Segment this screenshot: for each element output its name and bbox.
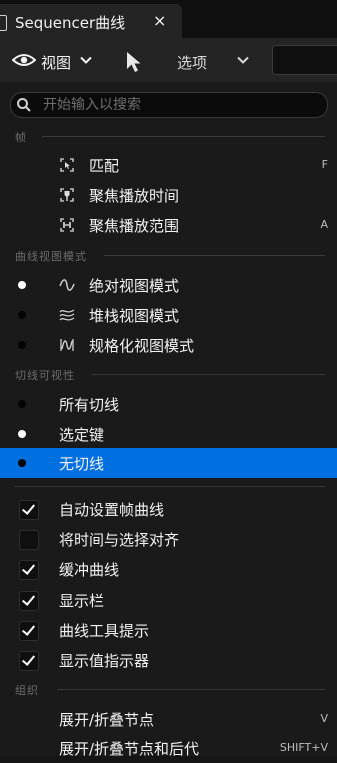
menu-divider (15, 486, 325, 487)
menu-item-focus-playback-range[interactable]: 聚焦播放范围 A (0, 210, 337, 240)
menu-item-label: 绝对视图模式 (89, 277, 180, 295)
menu-item-show-value-indicators[interactable]: 显示值指示器 (0, 645, 337, 675)
menu-item-curve-tooltips[interactable]: 曲线工具提示 (0, 615, 337, 645)
menu-item-fit[interactable]: 匹配 F (0, 150, 337, 180)
section-label: 帧 (15, 131, 27, 144)
options-menu-button[interactable]: 选项 (177, 52, 207, 73)
menu-item-label: 所有切线 (59, 396, 120, 414)
menu-item-label: 将时间与选择对齐 (59, 531, 180, 549)
menu-item-label: 聚焦播放时间 (89, 187, 180, 205)
curve-editor-tab-icon (0, 15, 7, 31)
menu-item-label: 展开/折叠节点 (59, 711, 155, 729)
menu-item-label: 曲线工具提示 (59, 622, 150, 640)
menu-item-selected-keys[interactable]: 选定键 (0, 419, 337, 449)
normalized-view-icon (60, 339, 74, 351)
section-tangent-visibility: 切线可视性 (0, 364, 337, 384)
menu-item-expand-collapse-nodes-descendants[interactable]: 展开/折叠节点和后代 SHIFT+V (0, 733, 337, 763)
chevron-down-icon[interactable] (79, 56, 93, 65)
tab-bar: Sequencer曲线 × (0, 0, 337, 38)
frame-fit-icon (60, 158, 74, 172)
radio-indicator (18, 430, 26, 438)
stacked-view-icon (59, 309, 75, 321)
menu-item-all-tangents[interactable]: 所有切线 (0, 389, 337, 419)
section-label: 组织 (15, 684, 39, 697)
checkbox[interactable] (19, 530, 39, 550)
menu-item-absolute-view-mode[interactable]: 绝对视图模式 (0, 270, 337, 300)
search-input[interactable] (43, 93, 313, 117)
menu-item-normalized-view-mode[interactable]: 规格化视图模式 (0, 330, 337, 360)
chevron-down-icon[interactable] (236, 56, 250, 65)
tab-title: Sequencer曲线 (15, 14, 126, 32)
checkbox[interactable] (19, 500, 39, 520)
shortcut-label: V (320, 712, 328, 725)
eye-icon[interactable] (12, 53, 36, 67)
absolute-view-icon (59, 279, 75, 291)
menu-item-snap-time-to-selection[interactable]: 将时间与选择对齐 (0, 524, 337, 554)
menu-item-show-bars[interactable]: 显示栏 (0, 585, 337, 615)
focus-playback-range-icon (60, 218, 74, 232)
menu-item-label: 堆栈视图模式 (89, 307, 180, 325)
menu-item-label: 显示栏 (59, 592, 105, 610)
menu-item-label: 匹配 (89, 157, 120, 175)
section-divider (104, 255, 325, 256)
section-divider (42, 136, 325, 137)
checkbox[interactable] (19, 651, 39, 671)
menu-item-focus-playback-time[interactable]: 聚焦播放时间 (0, 180, 337, 210)
shortcut-label: A (320, 218, 328, 231)
search-box[interactable] (10, 92, 328, 118)
section-frame: 帧 (0, 126, 337, 146)
section-divider (92, 374, 325, 375)
section-label: 曲线视图模式 (15, 250, 87, 263)
menu-item-stacked-view-mode[interactable]: 堆栈视图模式 (0, 300, 337, 330)
radio-indicator (18, 341, 26, 349)
checkbox[interactable] (19, 621, 39, 641)
menu-item-no-tangents[interactable]: 无切线 (0, 448, 337, 478)
section-divider (57, 689, 325, 690)
menu-item-label: 无切线 (59, 455, 105, 473)
shortcut-label: F (321, 158, 328, 171)
menu-item-label: 规格化视图模式 (89, 337, 195, 355)
view-dropdown-menu: 帧 匹配 F 聚焦播放时间 聚焦播放范围 A 曲线视图模式 (0, 82, 337, 758)
menu-item-buffer-curves[interactable]: 缓冲曲线 (0, 554, 337, 584)
tab-sequencer-curves[interactable]: Sequencer曲线 × (0, 4, 182, 38)
toolbar: 视图 选项 (0, 38, 337, 82)
section-organize: 组织 (0, 679, 337, 699)
menu-item-label: 聚焦播放范围 (89, 217, 180, 235)
menu-item-label: 自动设置帧曲线 (59, 501, 165, 519)
section-label: 切线可视性 (15, 369, 75, 382)
focus-playback-time-icon (60, 188, 74, 202)
radio-indicator (18, 400, 26, 408)
radio-indicator (18, 311, 26, 319)
section-curve-view-mode: 曲线视图模式 (0, 245, 337, 265)
radio-indicator (18, 281, 26, 289)
menu-item-label: 显示值指示器 (59, 652, 150, 670)
select-cursor-icon[interactable] (125, 51, 143, 73)
shortcut-label: SHIFT+V (279, 741, 328, 754)
checkbox[interactable] (19, 560, 39, 580)
menu-item-label: 缓冲曲线 (59, 561, 120, 579)
view-menu-button[interactable]: 视图 (41, 52, 71, 73)
menu-item-expand-collapse-nodes[interactable]: 展开/折叠节点 V (0, 704, 337, 734)
menu-item-label: 选定键 (59, 426, 105, 444)
toolbar-field[interactable] (272, 45, 337, 75)
menu-item-auto-frame-curves[interactable]: 自动设置帧曲线 (0, 494, 337, 524)
search-icon (17, 98, 31, 112)
tab-close-icon[interactable]: × (153, 11, 166, 30)
checkbox[interactable] (19, 591, 39, 611)
radio-indicator (18, 459, 26, 467)
